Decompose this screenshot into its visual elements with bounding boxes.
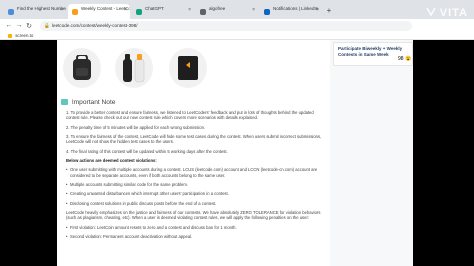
vita-logo-text: VITA (439, 7, 468, 19)
backpack-icon (73, 55, 91, 80)
violations-heading-text: Below actions are deemed contest violati… (66, 157, 157, 163)
vita-watermark: VITA (425, 6, 468, 19)
first-violation: First violation: LeetCoin amount resets … (66, 225, 328, 230)
bookmarks-bar: screen.to (0, 32, 474, 40)
browser-tab[interactable]: Notifications | LinkedIn × (260, 4, 322, 19)
important-note-heading: Important Note (61, 99, 115, 106)
info-icon (61, 99, 68, 106)
vita-logo-icon (425, 7, 436, 16)
close-icon[interactable]: × (188, 7, 191, 13)
rule-3: 3. To ensure the fairness of the contest… (66, 133, 322, 145)
notebook-image (169, 48, 207, 88)
bottle-image (115, 48, 153, 88)
new-tab-button[interactable]: + (324, 4, 334, 19)
close-icon[interactable]: × (252, 7, 255, 13)
second-violation: Second violation: Permanent account deac… (66, 234, 328, 239)
tab-label: Weekly Contest - LeetCode (81, 6, 130, 11)
left-black-bar (0, 40, 57, 266)
browser-tab[interactable]: ChatGPT × (132, 4, 194, 19)
browser-toolbar: ← → ↻ 🔒 leetcode.com/contest/weekly-cont… (0, 19, 474, 32)
violations-heading: Below actions are deemed contest violati… (66, 158, 328, 163)
rule-2: 2. The penalty time of 5 minutes will be… (66, 124, 206, 130)
notebook-icon (178, 56, 198, 80)
sidebar-title[interactable]: Participate Biweekly + Weekly Contests i… (338, 46, 402, 57)
violation-item: Multiple accounts submitting similar cod… (66, 182, 328, 187)
rule-4: 4. The final rating of this contest will… (66, 148, 228, 154)
back-icon[interactable]: ← (4, 22, 14, 29)
tab-favicon-icon (8, 9, 14, 15)
screen: Find the Highest Number | Pra×Weekly Con… (0, 0, 474, 266)
browser-tab[interactable]: Find the Highest Number | Pra× (4, 4, 66, 19)
right-black-bar (413, 40, 474, 266)
tab-favicon-icon (200, 9, 206, 15)
backpack-image (63, 48, 101, 88)
sidebar-card[interactable]: Participate Biweekly + Weekly Contests i… (333, 42, 413, 66)
policy-text: LeetCode heavily emphasizes on the justi… (66, 210, 321, 221)
rule-1: 1. To provide a better contest and ensur… (66, 110, 314, 121)
browser-tab[interactable]: algofree × (196, 4, 258, 19)
tab-label: algofree (209, 6, 226, 11)
close-icon[interactable]: × (124, 7, 127, 13)
close-icon[interactable]: × (316, 7, 319, 13)
bottle-icon (123, 54, 145, 83)
violation-item: Creating unwanted disturbances which int… (66, 191, 328, 196)
reaction-count: 98 😮 (398, 56, 412, 62)
lock-icon: 🔒 (44, 22, 50, 28)
close-icon[interactable]: × (60, 7, 63, 13)
browser-tab-bar: Find the Highest Number | Pra×Weekly Con… (0, 0, 474, 19)
tab-label: Find the Highest Number | Pra (17, 6, 66, 11)
bookmark-item[interactable]: screen.to (15, 33, 33, 38)
tab-favicon-icon (264, 9, 270, 15)
tab-favicon-icon (72, 9, 78, 15)
address-bar[interactable]: 🔒 leetcode.com/contest/weekly-contest-39… (40, 20, 412, 31)
violation-item: Disclosing contest solutions in public d… (66, 201, 328, 206)
folder-icon (8, 33, 12, 38)
url-text: leetcode.com/contest/weekly-contest-398/ (52, 22, 138, 28)
violation-item: One user submitting with multiple accoun… (66, 167, 328, 177)
reload-icon[interactable]: ↻ (24, 22, 34, 30)
contest-rules: 1. To provide a better contest and ensur… (66, 110, 328, 244)
important-note-title: Important Note (71, 99, 116, 106)
forward-icon[interactable]: → (14, 22, 24, 29)
tab-favicon-icon (136, 9, 142, 15)
tab-label: Notifications | LinkedIn (273, 6, 319, 11)
prize-images (57, 48, 330, 92)
tab-label: ChatGPT (145, 6, 164, 11)
browser-tab[interactable]: Weekly Contest - LeetCode× (68, 4, 130, 19)
